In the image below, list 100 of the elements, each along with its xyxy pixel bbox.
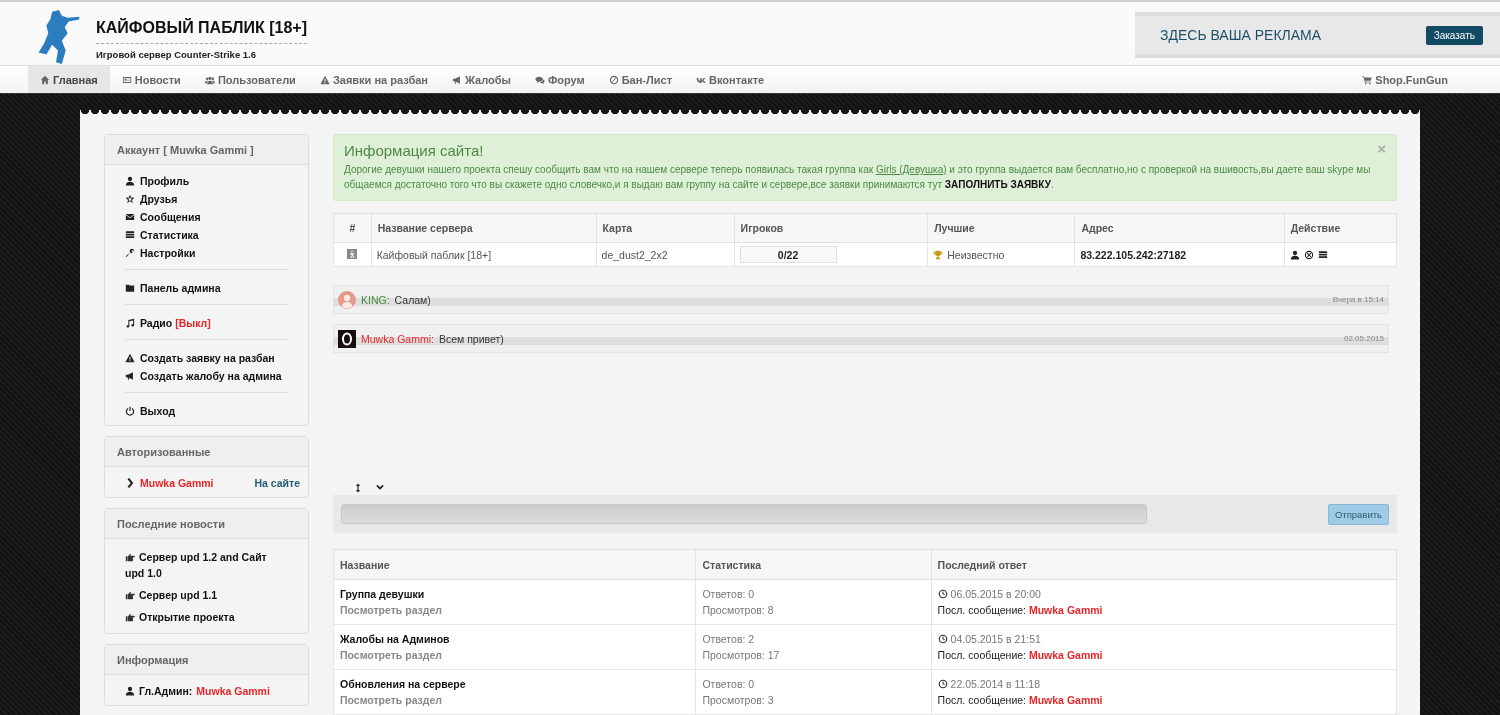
list-icon: [1317, 249, 1328, 260]
server-name: Кайфовый паблик [18+]: [371, 242, 597, 267]
chat-author[interactable]: KING:: [361, 293, 390, 306]
site-subtitle: Игровой сервер Counter-Strike 1.6: [96, 49, 258, 60]
column-header: Лучшие: [927, 213, 1075, 243]
nav-tab[interactable]: Вконтакте: [684, 66, 777, 93]
menu-link[interactable]: Выход: [125, 405, 288, 417]
trophy-icon: [933, 249, 944, 260]
menu-link[interactable]: Панель админа: [125, 282, 288, 294]
nav-tab[interactable]: Главная: [28, 66, 110, 93]
message-field[interactable]: [341, 504, 1147, 524]
column-header: Игроков: [734, 213, 928, 243]
newspaper-icon: [121, 74, 132, 85]
chat-author[interactable]: Muwka Gammi:: [361, 332, 434, 345]
power-icon: [125, 406, 135, 416]
send-button[interactable]: Отправить: [1327, 503, 1389, 525]
last-post-label: Посл. сообщение:: [937, 604, 1027, 616]
chat-icon: [534, 74, 545, 85]
clock-icon: [937, 589, 948, 599]
avatar-icon: [338, 290, 356, 309]
panel-title: Авторизованные: [117, 446, 211, 458]
panel-title: Информация: [117, 654, 189, 666]
players-bar: 0/22: [739, 246, 837, 263]
chat-time: 02.05.2015: [1343, 334, 1384, 343]
forum-title[interactable]: Группа девушки: [340, 586, 690, 602]
menu-link[interactable]: Друзья: [125, 193, 288, 205]
menu-link[interactable]: Настройки: [125, 247, 288, 259]
menu-link[interactable]: Радио [Выкл]: [125, 317, 288, 329]
warning-icon: [125, 353, 135, 363]
list-icon: [125, 230, 135, 240]
megaphone-icon: [125, 371, 135, 381]
menu-link[interactable]: Статистика: [125, 229, 288, 241]
column-header: Статистика: [695, 549, 932, 580]
cart-icon: [1362, 74, 1373, 85]
section-link[interactable]: Посмотреть раздел: [340, 602, 690, 618]
star-icon: [125, 194, 135, 204]
news-link[interactable]: Открытие проекта: [125, 609, 288, 625]
resize-icon: [353, 483, 363, 493]
ad-text: ЗДЕСЬ ВАША РЕКЛАМА: [1160, 27, 1322, 43]
section-link[interactable]: Посмотреть раздел: [340, 647, 690, 663]
user-link[interactable]: Muwka Gammi: [1028, 649, 1103, 661]
menu-link[interactable]: Сообщения: [125, 211, 288, 223]
user-link[interactable]: Muwka Gammi: [1028, 694, 1103, 706]
post-date: 06.05.2015 в 20:00: [950, 587, 1041, 602]
envelope-icon: [125, 212, 135, 222]
views-count: Просмотров: 8: [702, 603, 775, 618]
hand-icon: [125, 552, 135, 562]
alert-title: Информация сайта!: [344, 142, 484, 159]
nav-tab[interactable]: Форум: [522, 66, 597, 93]
column-header: Карта: [596, 213, 735, 243]
site-title[interactable]: КАЙФОВЫЙ ПАБЛИК [18+]: [96, 19, 307, 44]
users-icon: [204, 74, 215, 85]
news-link[interactable]: Сервер upd 1.1: [125, 587, 288, 603]
post-date: 22.05.2014 в 11:18: [950, 677, 1041, 692]
chat-text: Всем привет): [438, 332, 504, 345]
answers-count: Ответов: 0: [702, 677, 756, 692]
forum-title[interactable]: Жалобы на Админов: [340, 631, 690, 647]
views-count: Просмотров: 17: [702, 648, 781, 663]
answers-count: Ответов: 0: [702, 587, 756, 602]
shop-link[interactable]: Shop.FunGun: [1350, 66, 1460, 93]
ban-icon: [608, 74, 619, 85]
home-icon: [40, 74, 50, 85]
news-link[interactable]: Сервер upd 1.2 and Сайт upd 1.0: [125, 549, 288, 581]
last-post-label: Посл. сообщение:: [937, 694, 1027, 706]
chat-time: Вчера в 15:14: [1332, 295, 1384, 304]
column-header: #: [333, 213, 372, 243]
panel-title: Последние новости: [117, 518, 225, 530]
clock-icon: [937, 634, 948, 644]
menu-link[interactable]: Профиль: [125, 175, 288, 187]
user-icon: [1289, 249, 1300, 260]
section-link[interactable]: Посмотреть раздел: [340, 692, 690, 708]
folder-icon: [125, 283, 135, 293]
nav-tab[interactable]: Бан-Лист: [596, 66, 685, 93]
order-button[interactable]: Заказать: [1425, 25, 1483, 45]
group-link[interactable]: Girls (Девушка): [875, 164, 947, 175]
nav-tab[interactable]: Заявки на разбан: [307, 66, 440, 93]
user-icon: [125, 176, 135, 186]
menu-link[interactable]: Создать жалобу на админа: [125, 370, 288, 382]
wrench-icon: [125, 248, 135, 258]
alert-text: Дорогие девушки нашего проекта спешу сообщить вам что на нашем сервере теперь появилась такая группа как Girls (Девушка) и это группа выдается вам бесплатно,но с проверкой на вшивость,вы даете ваш skype мы общаемся достаточно того что вы скажете одно словечко,и я выдаю вам группу на сайте и сервере,все заявки принимаются тут ЗАПОЛНИТЬ ЗАЯВКУ.: [344, 163, 1372, 192]
user-link[interactable]: Muwka Gammi: [1028, 604, 1103, 616]
column-header: Название сервера: [371, 213, 597, 243]
nav-tab[interactable]: Новости: [109, 66, 193, 93]
info-label: Гл.Админ:: [139, 685, 193, 697]
user-link[interactable]: Muwka Gammi: [140, 477, 214, 489]
post-date: 04.05.2015 в 21:51: [950, 632, 1041, 647]
chevron-icon: [125, 478, 135, 488]
column-header: Адрес: [1074, 213, 1285, 243]
column-header: Последний ответ: [931, 549, 1397, 580]
menu-link[interactable]: Создать заявку на разбан: [125, 352, 288, 364]
panel-title: Аккаунт [ Muwka Gammi ]: [117, 144, 254, 156]
game-icon: [347, 248, 358, 259]
user-link[interactable]: Muwka Gammi: [196, 685, 270, 697]
avatar-icon: [338, 329, 356, 348]
nav-tab[interactable]: Пользователи: [192, 66, 308, 93]
user-icon: [125, 686, 135, 696]
column-header: Действие: [1284, 213, 1397, 243]
warning-icon: [319, 74, 330, 85]
forum-title[interactable]: Обновления на сервере: [340, 676, 690, 692]
nav-tab[interactable]: Жалобы: [439, 66, 523, 93]
